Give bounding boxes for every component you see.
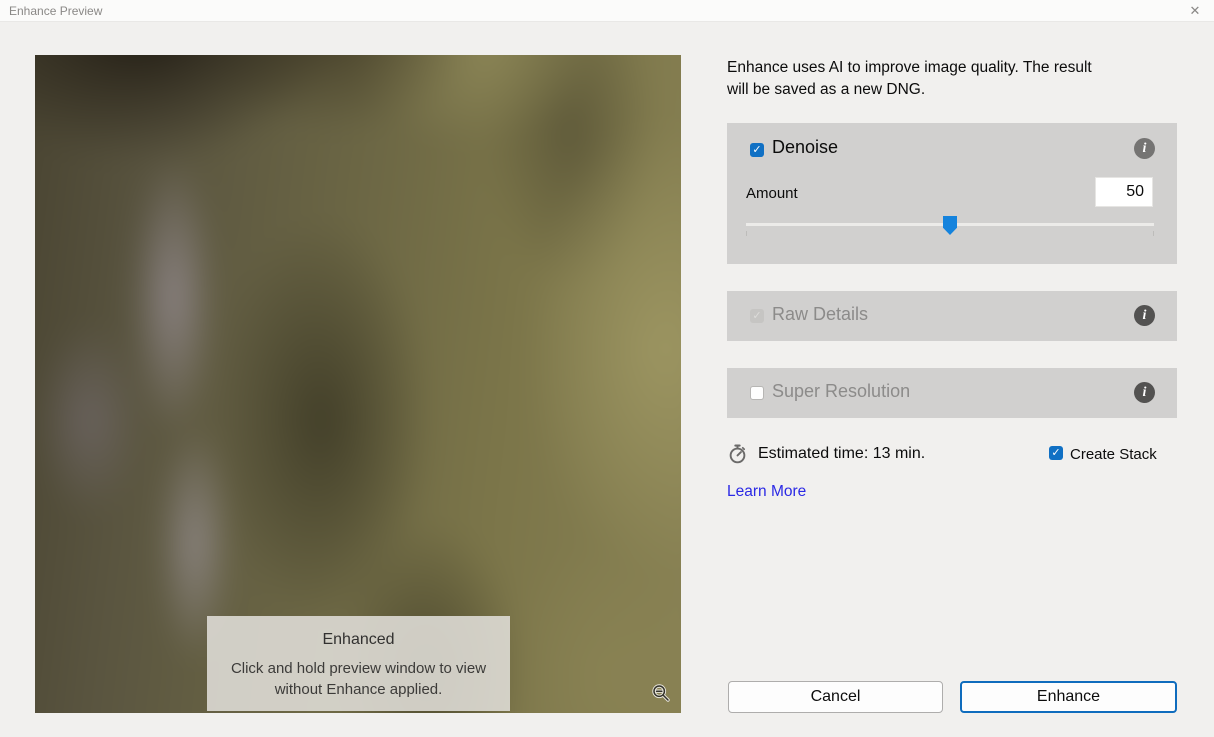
description-line-2: will be saved as a new DNG. <box>727 79 1177 101</box>
denoise-checkbox[interactable] <box>750 143 764 157</box>
cancel-button[interactable]: Cancel <box>728 681 943 713</box>
denoise-section: Denoise i Amount <box>727 123 1177 264</box>
raw-details-checkbox <box>750 309 764 323</box>
enhance-preview-image[interactable]: Enhanced Click and hold preview window t… <box>35 55 681 713</box>
amount-input[interactable] <box>1095 177 1153 207</box>
enhance-description: Enhance uses AI to improve image quality… <box>727 57 1177 100</box>
stopwatch-icon <box>727 443 748 465</box>
raw-details-label: Raw Details <box>772 304 868 325</box>
estimated-time-text: Estimated time: 13 min. <box>758 445 925 463</box>
denoise-info-icon[interactable]: i <box>1134 138 1155 159</box>
dialog-titlebar: Enhance Preview ✕ <box>0 0 1214 22</box>
denoise-slider-thumb[interactable] <box>943 216 957 235</box>
super-resolution-info-icon[interactable]: i <box>1134 382 1155 403</box>
super-resolution-section: Super Resolution i <box>727 368 1177 418</box>
raw-details-section: Raw Details i <box>727 291 1177 341</box>
overlay-line-2: without Enhance applied. <box>207 679 510 700</box>
super-resolution-checkbox[interactable] <box>750 386 764 400</box>
super-resolution-label: Super Resolution <box>772 381 910 402</box>
overlay-line-1: Click and hold preview window to view <box>207 658 510 679</box>
overlay-title: Enhanced <box>207 631 510 649</box>
denoise-label: Denoise <box>772 137 838 158</box>
create-stack-label: Create Stack <box>1070 446 1157 463</box>
slider-tick-min <box>746 231 747 236</box>
dialog-title: Enhance Preview <box>9 4 102 18</box>
zoom-out-icon[interactable] <box>651 683 671 703</box>
status-row: Estimated time: 13 min. Create Stack <box>727 443 1177 465</box>
slider-tick-max <box>1153 231 1154 236</box>
enhance-button[interactable]: Enhance <box>960 681 1177 713</box>
raw-details-info-icon[interactable]: i <box>1134 305 1155 326</box>
amount-slider[interactable] <box>746 215 1154 241</box>
preview-photo <box>35 55 681 713</box>
create-stack-checkbox[interactable] <box>1049 446 1063 460</box>
amount-label: Amount <box>746 185 798 202</box>
learn-more-link[interactable]: Learn More <box>727 483 806 501</box>
preview-overlay-message: Enhanced Click and hold preview window t… <box>207 616 510 711</box>
close-icon[interactable]: ✕ <box>1186 2 1204 20</box>
description-line-1: Enhance uses AI to improve image quality… <box>727 57 1177 79</box>
